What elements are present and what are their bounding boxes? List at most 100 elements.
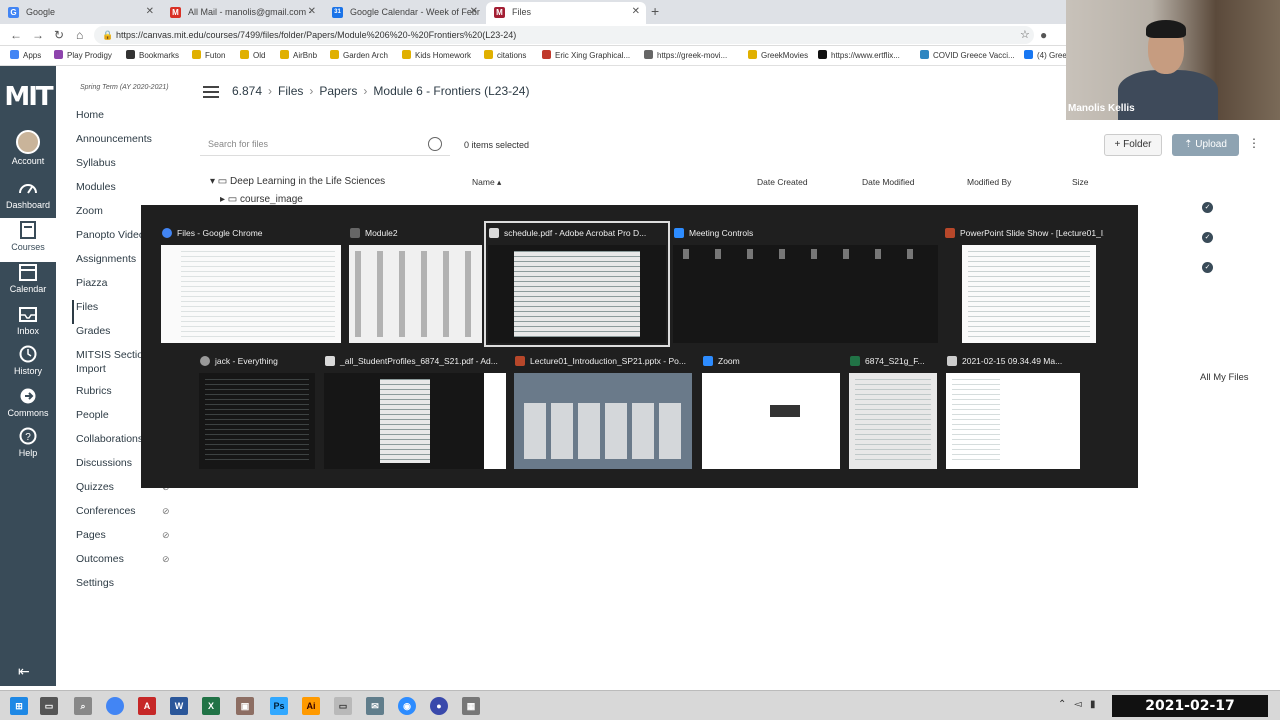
photoshop-taskbar-icon[interactable]: Ps <box>270 697 288 715</box>
home-icon[interactable]: ⌂ <box>76 28 83 42</box>
switcher-window-powerpoint-show[interactable]: PowerPoint Slide Show - [Lecture01_I... <box>944 225 1104 343</box>
illustrator-taskbar-icon[interactable]: Ai <box>302 697 320 715</box>
close-tab-icon[interactable]: ✕ <box>632 6 640 17</box>
volume-icon[interactable]: ◅ <box>1074 699 1082 710</box>
task-view-icon[interactable]: ▭ <box>40 697 58 715</box>
back-arrow-icon[interactable]: ← <box>10 28 22 42</box>
bookmark-gree[interactable]: (4) Gree <box>1024 50 1067 60</box>
column-date-modified[interactable]: Date Modified <box>862 177 914 187</box>
bookmark-covid-greece[interactable]: COVID Greece Vacci... <box>920 50 1015 60</box>
windows-start-icon[interactable]: ⊞ <box>10 697 28 715</box>
nav-account[interactable]: Account <box>0 128 56 172</box>
switcher-window-everything[interactable]: jack - Everything <box>199 353 315 469</box>
nav-courses[interactable]: Courses <box>0 218 56 262</box>
nav-help[interactable]: ? Help <box>0 424 56 468</box>
switcher-window-student-profiles[interactable]: _all_StudentProfiles_6874_S21.pdf - Ad..… <box>324 353 506 469</box>
course-nav-pages[interactable]: Pages ⊘ <box>76 528 186 552</box>
bookmark-apps[interactable]: Apps <box>10 50 41 60</box>
more-options-icon[interactable]: ⋮ <box>1248 136 1260 150</box>
close-tab-icon[interactable]: ✕ <box>308 6 316 17</box>
excel-taskbar-icon[interactable]: X <box>202 697 220 715</box>
switcher-window-meeting-controls[interactable]: Meeting Controls <box>673 225 938 343</box>
close-tab-icon[interactable]: ✕ <box>470 6 478 17</box>
breadcrumb-files[interactable]: Files <box>278 84 303 98</box>
course-nav-syllabus[interactable]: Syllabus <box>76 156 186 180</box>
bookmark-star-icon[interactable]: ☆ <box>1020 28 1030 41</box>
zoom-tooltip <box>770 405 800 417</box>
upload-button[interactable]: ⇡ Upload <box>1172 134 1239 156</box>
svg-text:?: ? <box>25 432 31 443</box>
bookmark-garden-arch[interactable]: Garden Arch <box>330 50 388 60</box>
bookmark-ertflix[interactable]: https://www.ertflix... <box>818 50 900 60</box>
switcher-window-module2[interactable]: Module2 <box>349 225 482 343</box>
network-icon[interactable]: ▮ <box>1090 699 1096 710</box>
tab-files[interactable]: M Files ✕ <box>486 2 646 24</box>
column-date-created[interactable]: Date Created <box>757 177 808 187</box>
course-nav-announcements[interactable]: Announcements <box>76 132 186 156</box>
close-tab-icon[interactable]: ✕ <box>146 6 154 17</box>
search-icon[interactable] <box>428 137 442 151</box>
search-files-input[interactable]: Search for files <box>200 134 450 156</box>
url-input[interactable]: 🔒 https://canvas.mit.edu/courses/7499/fi… <box>94 26 1034 44</box>
switcher-window-chrome[interactable]: Files - Google Chrome <box>161 225 341 343</box>
bookmark-greek-movies-url[interactable]: https://greek-movi... <box>644 50 727 60</box>
published-check-icon[interactable]: ✓ <box>1202 232 1213 243</box>
bookmark-citations[interactable]: citations <box>484 50 526 60</box>
tab-google[interactable]: G Google ✕ <box>0 2 160 24</box>
new-tab-button[interactable]: + <box>651 3 659 19</box>
course-nav-settings[interactable]: Settings <box>76 576 186 600</box>
search-everything-icon[interactable]: ⌕ <box>74 697 92 715</box>
mail-taskbar-icon[interactable]: ✉ <box>366 697 384 715</box>
bookmark-futon[interactable]: Futon <box>192 50 225 60</box>
published-check-icon[interactable]: ✓ <box>1202 202 1213 213</box>
collapse-nav-icon[interactable]: ⇤ <box>18 663 30 680</box>
hamburger-menu-icon[interactable] <box>203 86 219 98</box>
bookmark-eric-xing[interactable]: Eric Xing Graphical... <box>542 50 630 60</box>
nav-dashboard[interactable]: Dashboard <box>0 176 56 220</box>
column-modified-by[interactable]: Modified By <box>967 177 1011 187</box>
chrome-taskbar-icon[interactable] <box>106 697 124 715</box>
nav-commons[interactable]: Commons <box>0 384 56 428</box>
all-my-files-link[interactable]: All My Files <box>1200 372 1249 383</box>
tree-item-root[interactable]: ▾ ▭ Deep Learning in the Life Sciences <box>210 176 385 194</box>
breadcrumb-papers[interactable]: Papers <box>319 84 357 98</box>
course-nav-home[interactable]: Home <box>76 108 186 132</box>
bookmark-kids-homework[interactable]: Kids Homework <box>402 50 471 60</box>
zoom-taskbar-icon[interactable]: ◉ <box>398 697 416 715</box>
profile-icon[interactable]: ● <box>1040 28 1047 42</box>
app-taskbar-icon[interactable]: ▣ <box>236 697 254 715</box>
nav-inbox[interactable]: Inbox <box>0 302 56 346</box>
bookmark-old[interactable]: Old <box>240 50 265 60</box>
course-nav-modules[interactable]: Modules <box>76 180 186 204</box>
bookmark-play-prodigy[interactable]: Play Prodigy <box>54 50 112 60</box>
course-nav-conferences[interactable]: Conferences ⊘ <box>76 504 186 528</box>
app2-taskbar-icon[interactable]: ● <box>430 697 448 715</box>
tab-gmail[interactable]: M All Mail - manolis@gmail.com - ✕ <box>162 2 322 24</box>
published-check-icon[interactable]: ✓ <box>1202 262 1213 273</box>
acrobat-taskbar-icon[interactable]: A <box>138 697 156 715</box>
switcher-window-excel[interactable]: 6874_S21g_F... <box>849 353 937 469</box>
app3-taskbar-icon[interactable]: ▦ <box>462 697 480 715</box>
tray-chevron-icon[interactable]: ⌃ <box>1058 699 1066 710</box>
tab-calendar[interactable]: 31 Google Calendar - Week of Febr ✕ <box>324 2 484 24</box>
switcher-window-zoom[interactable]: Zoom <box>702 353 840 469</box>
switcher-window-acrobat[interactable]: schedule.pdf - Adobe Acrobat Pro D... <box>484 221 670 347</box>
forward-arrow-icon[interactable]: → <box>32 28 44 42</box>
breadcrumb-course[interactable]: 6.874 <box>232 84 262 98</box>
add-folder-button[interactable]: + Folder <box>1104 134 1162 156</box>
nav-calendar[interactable]: Calendar <box>0 260 56 304</box>
column-size[interactable]: Size <box>1072 177 1089 187</box>
system-clock[interactable]: 2021-02-17 02:55:38 <box>1112 695 1268 717</box>
word-taskbar-icon[interactable]: W <box>170 697 188 715</box>
bookmark-airbnb[interactable]: AirBnb <box>280 50 317 60</box>
reload-icon[interactable]: ↻ <box>54 28 64 42</box>
bookmark-bookmarks[interactable]: Bookmarks <box>126 50 179 60</box>
bookmark-greekmovies[interactable]: GreekMovies <box>748 50 808 60</box>
switcher-window-lecture01-pptx[interactable]: Lecture01_Introduction_SP21.pptx - Po... <box>514 353 692 469</box>
switcher-window-recording[interactable]: 2021-02-15 09.34.49 Ma... <box>946 353 1080 469</box>
nav-history[interactable]: History <box>0 342 56 386</box>
course-nav-outcomes[interactable]: Outcomes ⊘ <box>76 552 186 576</box>
column-name[interactable]: Name ▴ <box>472 177 501 188</box>
explorer-taskbar-icon[interactable]: ▭ <box>334 697 352 715</box>
mit-logo[interactable]: MIT <box>4 82 53 112</box>
